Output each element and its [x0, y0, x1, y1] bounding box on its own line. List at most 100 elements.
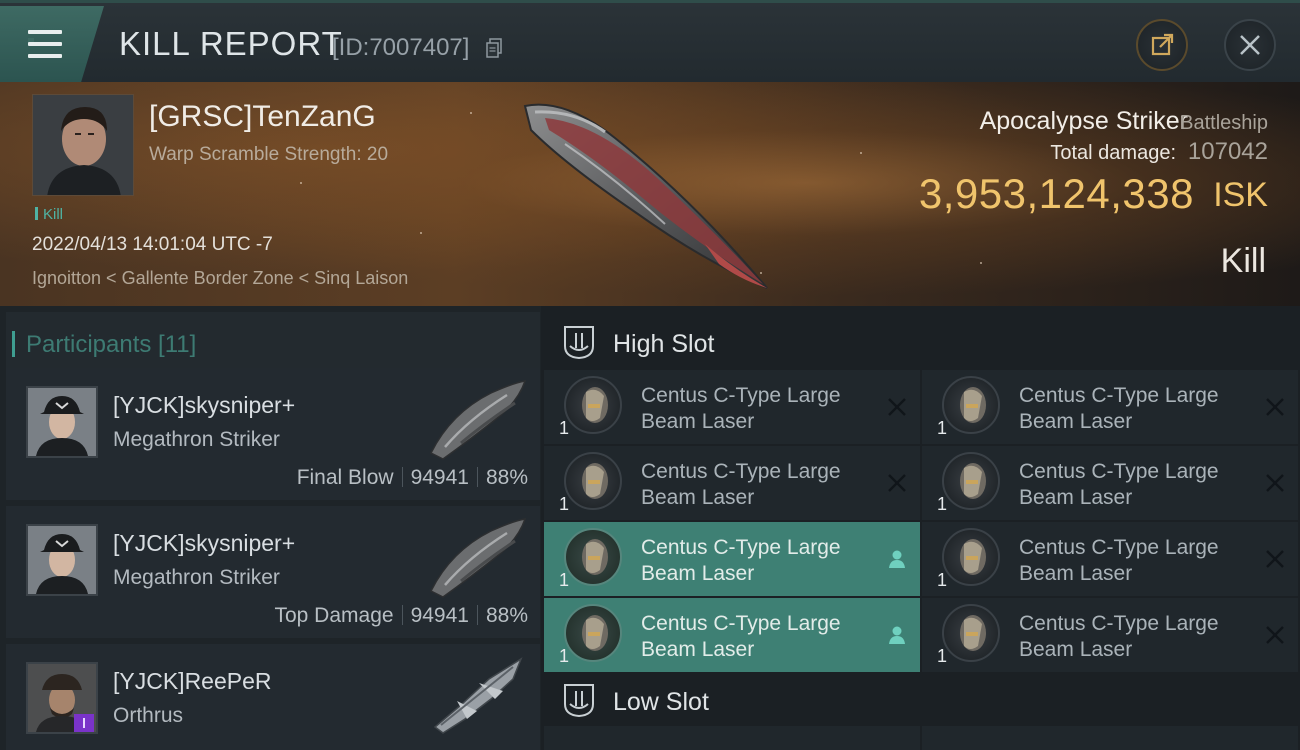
laser-module-icon	[942, 452, 1000, 510]
module-item[interactable]: 1 Centus C-Type Large Beam Laser	[544, 522, 920, 596]
participant-ship-image	[429, 380, 527, 460]
module-item[interactable]: 1 Centus C-Type Large Beam Laser	[922, 370, 1298, 444]
participant-name[interactable]: [YJCK]ReePeR	[113, 668, 272, 695]
victim-name[interactable]: [GRSC]TenZanG	[149, 100, 376, 134]
isk-value: 3,953,124,338	[918, 170, 1194, 217]
module-item[interactable]: 1 Centus C-Type Large Beam Laser	[544, 370, 920, 444]
laser-module-icon	[564, 452, 622, 510]
module-name: Centus C-Type Large Beam Laser	[1019, 536, 1219, 585]
destroyed-x-icon	[1266, 398, 1284, 416]
laser-module-icon	[942, 528, 1000, 586]
module-name: Centus C-Type Large Beam Laser	[1019, 612, 1219, 661]
participant-percent: 88%	[485, 466, 528, 489]
module-quantity: 1	[559, 494, 570, 514]
victim-ship-image[interactable]	[505, 92, 805, 297]
module-item[interactable]: 1 Centus C-Type Large Beam Laser	[922, 522, 1298, 596]
participant-row[interactable]: [YJCK]skysniper+ Megathron Striker Final…	[6, 368, 540, 500]
module-quantity: 1	[559, 570, 570, 590]
module-item[interactable]	[544, 726, 920, 750]
high-slot-header: High Slot	[541, 310, 1300, 372]
avatar	[28, 388, 96, 456]
destroyed-x-icon	[1266, 550, 1284, 568]
share-button[interactable]	[1136, 19, 1188, 71]
module-name: Centus C-Type Large Beam Laser	[1019, 384, 1219, 433]
participant-row[interactable]: [YJCK]skysniper+ Megathron Striker Top D…	[6, 506, 540, 638]
participant-avatar[interactable]	[26, 662, 98, 734]
module-item[interactable]: 1 Centus C-Type Large Beam Laser	[544, 598, 920, 672]
module-quantity: 1	[937, 494, 948, 514]
laser-module-icon	[942, 604, 1000, 662]
participants-title: Participants [11]	[11, 331, 197, 358]
participant-role: Final Blow	[296, 466, 394, 489]
avatar	[28, 526, 96, 594]
close-icon	[1240, 35, 1260, 55]
participant-stats: Top Damage 94941 88%	[274, 604, 528, 628]
total-damage-label: Total damage:	[1050, 142, 1176, 164]
participant-name[interactable]: [YJCK]skysniper+	[113, 530, 295, 557]
victim-ship-name[interactable]: Apocalypse Striker	[980, 107, 1188, 136]
destroyed-x-icon	[888, 474, 906, 492]
avatar	[28, 664, 96, 732]
participant-stats: Final Blow 94941 88%	[297, 466, 528, 490]
participant-ship: Megathron Striker	[113, 566, 280, 589]
total-damage-value: 107042	[1187, 138, 1268, 165]
module-item[interactable]: 1 Centus C-Type Large Beam Laser	[922, 446, 1298, 520]
victim-avatar	[33, 95, 133, 195]
close-button[interactable]	[1224, 19, 1276, 71]
destroyed-x-icon	[1266, 474, 1284, 492]
warp-scramble-text: Warp Scramble Strength: 20	[149, 144, 389, 165]
participants-panel: Participants [11] [YJCK]skysniper+ Megat…	[0, 306, 541, 750]
participant-ship-image	[433, 657, 523, 734]
module-quantity: 1	[559, 418, 570, 438]
destroyed-x-icon	[1266, 626, 1284, 644]
high-slot-icon	[564, 326, 594, 360]
participant-row[interactable]: [YJCK]ReePeR Orthrus	[6, 644, 540, 750]
low-slot-header: Low Slot	[541, 668, 1300, 730]
module-name: Centus C-Type Large Beam Laser	[641, 460, 841, 509]
destroyed-x-icon	[888, 398, 906, 416]
participant-ship: Orthrus	[113, 704, 184, 727]
high-slot-title: High Slot	[613, 330, 715, 358]
module-item[interactable]: 1 Centus C-Type Large Beam Laser	[922, 598, 1298, 672]
participant-avatar[interactable]	[26, 386, 98, 458]
module-quantity: 1	[937, 570, 948, 590]
low-slot-title: Low Slot	[613, 688, 709, 716]
menu-button[interactable]	[0, 6, 104, 82]
module-item[interactable]	[922, 726, 1298, 750]
isk-unit: ISK	[1213, 176, 1268, 214]
module-name: Centus C-Type Large Beam Laser	[1019, 460, 1219, 509]
top-bar: KILL REPORT [ID:7007407]	[0, 0, 1300, 82]
kill-location[interactable]: Ignoitton < Gallente Border Zone < Sinq …	[32, 268, 408, 289]
fitting-panel: High Slot 1 Centus C-Type Large Beam Lase…	[541, 306, 1300, 750]
module-quantity: 1	[559, 646, 570, 666]
module-name: Centus C-Type Large Beam Laser	[641, 384, 841, 433]
participant-ship: Megathron Striker	[113, 428, 280, 451]
copy-icon[interactable]	[486, 38, 502, 58]
page-title: KILL REPORT	[119, 25, 343, 62]
laser-module-icon	[942, 376, 1000, 434]
participant-damage: 94941	[410, 466, 469, 489]
laser-module-icon	[564, 376, 622, 434]
module-name: Centus C-Type Large Beam Laser	[641, 612, 841, 661]
participant-percent: 88%	[485, 604, 528, 627]
low-slot-icon	[564, 684, 594, 718]
module-quantity: 1	[937, 418, 948, 438]
module-item[interactable]: 1 Centus C-Type Large Beam Laser	[544, 446, 920, 520]
kill-report-id: [ID:7007407]	[332, 34, 470, 61]
kill-datetime: 2022/04/13 14:01:04 UTC -7	[32, 234, 273, 255]
low-slot-row	[541, 726, 1300, 750]
dropped-person-icon	[889, 626, 905, 644]
participant-avatar[interactable]	[26, 524, 98, 596]
participant-damage: 94941	[410, 604, 469, 627]
victim-portrait[interactable]	[32, 94, 134, 196]
participants-header: Participants [11]	[6, 312, 540, 368]
participant-role: Top Damage	[274, 604, 394, 627]
participant-name[interactable]: [YJCK]skysniper+	[113, 392, 295, 419]
share-icon	[1151, 33, 1174, 56]
laser-module-icon	[564, 604, 622, 662]
victim-panel: [GRSC]TenZanG Warp Scramble Strength: 20…	[0, 82, 1300, 306]
module-name: Centus C-Type Large Beam Laser	[641, 536, 841, 585]
module-quantity: 1	[937, 646, 948, 666]
laser-module-icon	[564, 528, 622, 586]
participant-ship-image	[429, 518, 527, 598]
